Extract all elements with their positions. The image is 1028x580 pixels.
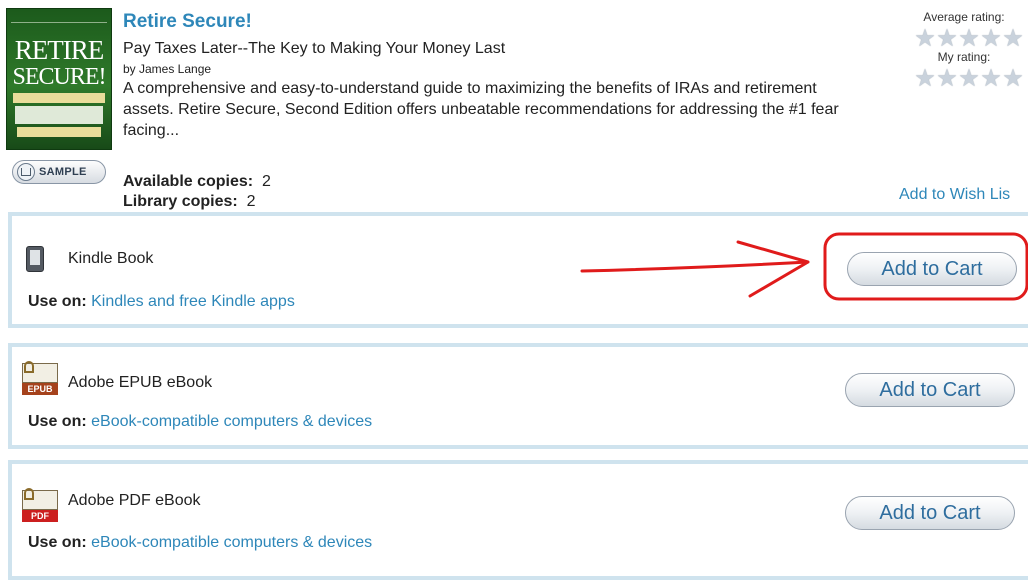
my-rating-stars[interactable]: ★ ★ ★ ★ ★ — [914, 67, 1026, 91]
format-row-kindle: Kindle Book Use on: Kindles and free Kin… — [8, 212, 1028, 328]
format-row-pdf: PDF Adobe PDF eBook Use on: eBook-compat… — [8, 460, 1028, 580]
cover-title-line2: SECURE! — [12, 64, 106, 90]
star-icon: ★ — [980, 25, 1002, 52]
compatible-devices-link[interactable]: eBook-compatible computers & devices — [91, 413, 372, 430]
star-icon: ★ — [936, 25, 958, 52]
star-icon[interactable]: ★ — [936, 67, 958, 91]
use-on-label: Use on: — [28, 293, 87, 310]
pdf-icon: PDF — [22, 488, 58, 524]
cover-title-line1: RETIRE — [14, 35, 105, 65]
book-open-icon — [17, 163, 35, 181]
format-name: Adobe EPUB eBook — [68, 374, 213, 391]
sample-button[interactable]: SAMPLE — [12, 160, 106, 184]
cover-band — [17, 127, 101, 137]
sample-button-label: SAMPLE — [39, 166, 87, 178]
format-use-on: Use on: eBook-compatible computers & dev… — [28, 534, 372, 552]
star-icon: ★ — [914, 25, 936, 52]
library-copies-label: Library copies: — [123, 193, 238, 210]
compatible-devices-link[interactable]: eBook-compatible computers & devices — [91, 534, 372, 551]
format-name: Adobe PDF eBook — [68, 492, 201, 509]
format-row-epub: EPUB Adobe EPUB eBook Use on: eBook-comp… — [8, 343, 1028, 449]
star-icon[interactable]: ★ — [980, 67, 1002, 91]
add-to-wishlist-link[interactable]: Add to Wish Lis — [899, 186, 1010, 204]
available-copies-value: 2 — [262, 173, 271, 190]
star-icon: ★ — [1002, 25, 1024, 52]
book-title[interactable]: Retire Secure! — [123, 11, 252, 33]
use-on-label: Use on: — [28, 413, 87, 430]
use-on-label: Use on: — [28, 534, 87, 551]
star-icon[interactable]: ★ — [914, 67, 936, 91]
star-icon[interactable]: ★ — [1002, 67, 1024, 91]
book-cover[interactable]: RETIRE SECURE! — [6, 8, 112, 150]
book-subtitle: Pay Taxes Later--The Key to Making Your … — [123, 40, 506, 57]
average-rating-label: Average rating: — [923, 10, 1005, 24]
star-icon: ★ — [958, 25, 980, 52]
add-to-cart-button[interactable]: Add to Cart — [847, 252, 1017, 286]
add-to-cart-button[interactable]: Add to Cart — [845, 496, 1015, 530]
book-author: by James Lange — [123, 62, 212, 76]
cover-tagline — [11, 12, 107, 23]
star-icon[interactable]: ★ — [958, 67, 980, 91]
my-rating-label: My rating: — [937, 50, 991, 64]
book-description: A comprehensive and easy-to-understand g… — [123, 80, 839, 139]
format-name: Kindle Book — [68, 250, 154, 267]
format-use-on: Use on: eBook-compatible computers & dev… — [28, 413, 372, 431]
format-use-on: Use on: Kindles and free Kindle apps — [28, 293, 295, 311]
copies-info: Available copies: 2 Library copies: 2 — [123, 172, 271, 212]
average-rating-stars: ★ ★ ★ ★ ★ — [914, 25, 1026, 52]
epub-icon: EPUB — [22, 361, 58, 397]
available-copies-label: Available copies: — [123, 173, 254, 190]
format-tag: EPUB — [22, 383, 58, 395]
format-tag: PDF — [22, 510, 58, 522]
compatible-devices-link[interactable]: Kindles and free Kindle apps — [91, 293, 295, 310]
add-to-cart-button[interactable]: Add to Cart — [845, 373, 1015, 407]
kindle-icon — [26, 246, 44, 272]
cover-band — [13, 93, 105, 103]
cover-band — [15, 106, 103, 124]
library-copies-value: 2 — [246, 193, 256, 210]
